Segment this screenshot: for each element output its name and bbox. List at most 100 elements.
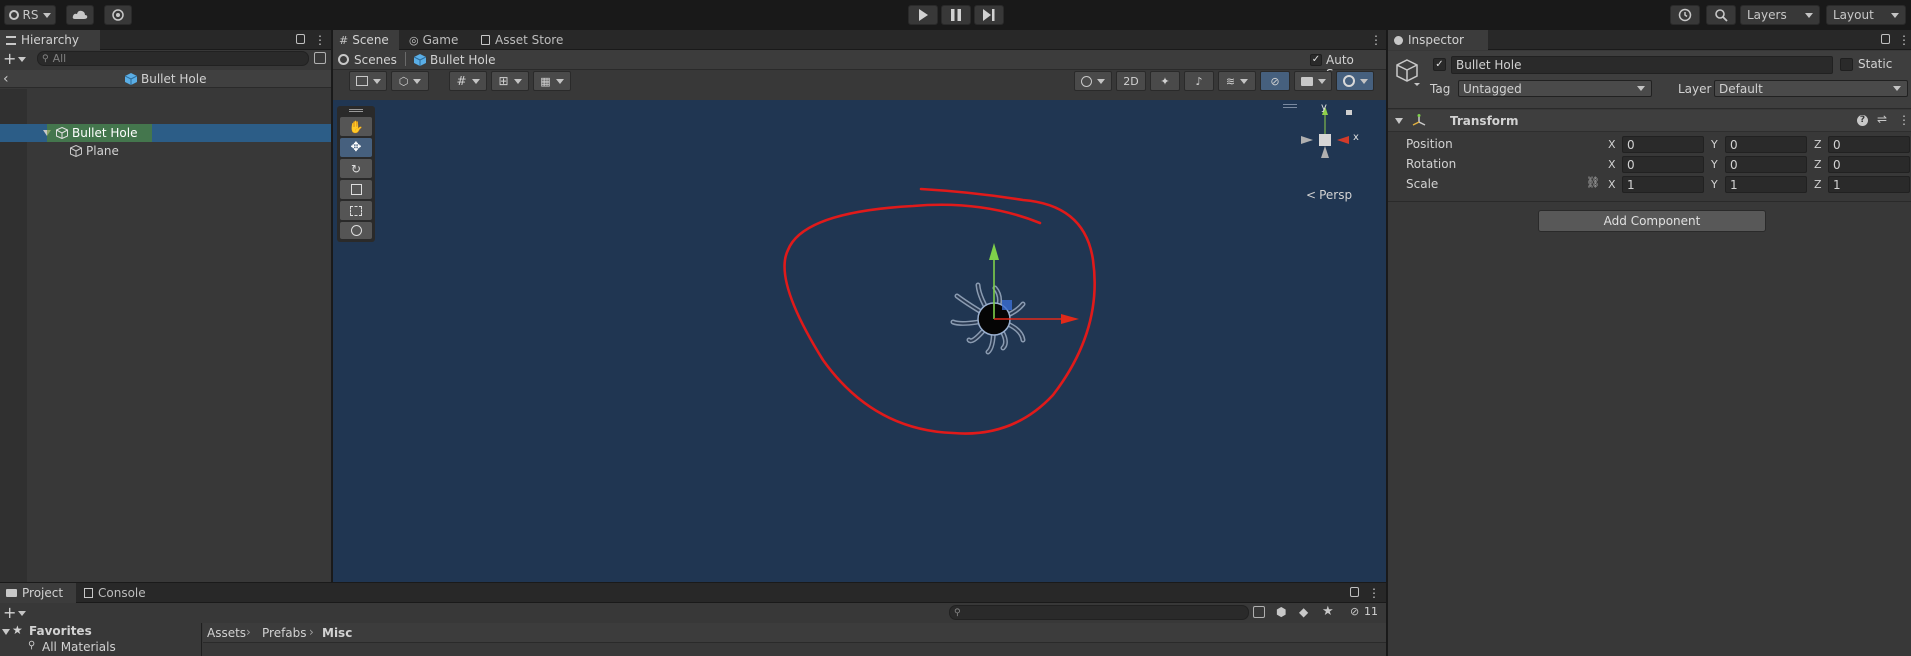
more-options-icon[interactable]: ⋮ xyxy=(1898,33,1910,47)
render-mode-dropdown[interactable]: ⬡ xyxy=(391,71,429,91)
add-object-button[interactable]: + xyxy=(3,50,16,68)
hidden-count: 11 xyxy=(1364,605,1378,618)
object-name-input[interactable]: Bullet Hole xyxy=(1451,56,1833,74)
prefab-cube-icon xyxy=(125,73,137,85)
search-by-label-icon[interactable]: ⬢ xyxy=(1276,605,1286,619)
presets-icon[interactable]: ⇌ xyxy=(1877,112,1887,126)
rotation-z-field[interactable]: 0 xyxy=(1828,156,1910,173)
constrain-proportions-icon[interactable]: ⛓ xyxy=(1586,176,1600,189)
search-by-type-icon[interactable] xyxy=(1253,606,1265,618)
chevron-down-icon[interactable] xyxy=(2,629,10,635)
draw-mode-dropdown[interactable] xyxy=(349,71,387,91)
favorites-label[interactable]: Favorites xyxy=(29,624,92,638)
static-checkbox[interactable] xyxy=(1840,58,1853,71)
gameobject-icon xyxy=(70,145,82,157)
eye-slash-icon: ⊘ xyxy=(1270,74,1280,88)
collab-button[interactable] xyxy=(104,5,132,25)
more-options-icon[interactable]: ⋮ xyxy=(1368,586,1380,600)
more-options-icon[interactable]: ⋮ xyxy=(1898,113,1910,127)
filter-icon[interactable] xyxy=(314,52,326,64)
play-button[interactable] xyxy=(908,5,938,25)
rotation-y-field[interactable]: 0 xyxy=(1725,156,1807,173)
breadcrumb-prefabs[interactable]: Prefabs xyxy=(262,626,307,640)
view-options-dropdown[interactable]: ▦ xyxy=(533,71,571,91)
lock-icon[interactable] xyxy=(296,34,305,44)
field-value: 1 xyxy=(1627,177,1635,192)
history-icon xyxy=(1678,8,1692,22)
search-icon: ⚲ xyxy=(28,640,36,651)
hidden-objects-toggle[interactable]: ⊘ xyxy=(1260,71,1290,91)
breadcrumb-assets[interactable]: Assets xyxy=(207,626,246,640)
tag-icon[interactable]: ◆ xyxy=(1299,605,1308,619)
add-component-label: Add Component xyxy=(1603,214,1701,228)
layers-dropdown[interactable]: Layers xyxy=(1740,5,1820,25)
position-y-field[interactable]: 0 xyxy=(1725,136,1807,153)
active-checkbox[interactable]: ✓ xyxy=(1433,58,1446,71)
hierarchy-search-input[interactable]: ⚲ All xyxy=(37,51,309,66)
layer-value: Default xyxy=(1719,81,1763,96)
more-options-icon[interactable]: ⋮ xyxy=(314,33,326,47)
scale-x-field[interactable]: 1 xyxy=(1622,176,1704,193)
x-axis-arrow[interactable] xyxy=(1061,314,1079,324)
lock-icon[interactable] xyxy=(1350,587,1359,597)
project-toolbar: + ⚲ ⬢ ◆ ★ ⊘ 11 xyxy=(0,603,1386,623)
tab-scene[interactable]: # Scene xyxy=(333,30,399,50)
tab-label: Project xyxy=(22,586,64,600)
auto-save-checkbox[interactable]: ✓ xyxy=(1310,54,1322,66)
lock-icon[interactable] xyxy=(1881,34,1890,44)
tab-inspector[interactable]: Inspector xyxy=(1388,30,1488,50)
lighting-dropdown[interactable] xyxy=(1074,71,1112,91)
chevron-down-icon xyxy=(1317,78,1326,84)
camera-dropdown[interactable] xyxy=(1294,71,1332,91)
tab-console[interactable]: Console xyxy=(78,583,158,603)
hierarchy-item-bullet-hole[interactable]: Bullet Hole xyxy=(0,124,331,142)
chevron-down-icon[interactable] xyxy=(1395,118,1403,124)
account-button[interactable]: RS xyxy=(4,5,56,25)
back-arrow-icon[interactable]: ‹ xyxy=(3,70,9,88)
tab-asset-store[interactable]: Asset Store xyxy=(475,30,575,50)
breadcrumb-scenes[interactable]: Scenes xyxy=(354,53,397,67)
transform-header[interactable]: Transform ? ⇌ ⋮ xyxy=(1388,110,1911,132)
xy-plane-handle[interactable] xyxy=(1002,300,1012,310)
tab-project[interactable]: Project xyxy=(0,583,76,603)
hierarchy-item-plane[interactable]: Plane xyxy=(0,142,331,160)
scene-viewport[interactable]: ✋ ✥ ↻ y x < Persp xyxy=(333,100,1386,582)
y-axis-arrow[interactable] xyxy=(989,243,999,260)
more-options-icon[interactable]: ⋮ xyxy=(1370,33,1382,47)
history-button[interactable] xyxy=(1670,5,1700,25)
lighting-toggle-button[interactable]: ✦ xyxy=(1150,71,1180,91)
project-tree: ★ Favorites ⚲ All Materials xyxy=(0,623,202,656)
effects-icon: ≋ xyxy=(1225,74,1236,88)
pause-button[interactable] xyxy=(941,5,971,25)
scale-z-field[interactable]: 1 xyxy=(1828,176,1910,193)
tab-hierarchy[interactable]: Hierarchy xyxy=(0,30,100,50)
chevron-down-icon xyxy=(1805,12,1813,18)
layout-dropdown[interactable]: Layout xyxy=(1826,5,1906,25)
layer-dropdown[interactable]: Default xyxy=(1714,80,1908,97)
step-button[interactable] xyxy=(974,5,1004,25)
breadcrumb-misc[interactable]: Misc xyxy=(322,626,352,640)
tag-dropdown[interactable]: Untagged xyxy=(1458,80,1652,97)
hidden-packages-icon[interactable]: ⊘ xyxy=(1350,605,1359,618)
favorite-all-materials[interactable]: All Materials xyxy=(42,640,116,654)
search-button[interactable] xyxy=(1706,5,1736,25)
tab-game[interactable]: ◎ Game xyxy=(403,30,473,50)
gizmos-dropdown[interactable] xyxy=(1336,71,1374,91)
scale-y-field[interactable]: 1 xyxy=(1725,176,1807,193)
add-component-button[interactable]: Add Component xyxy=(1538,210,1766,232)
position-z-field[interactable]: 0 xyxy=(1828,136,1910,153)
mode-2d-button[interactable]: 2D xyxy=(1116,71,1146,91)
audio-toggle-button[interactable]: ♪ xyxy=(1184,71,1214,91)
create-asset-button[interactable]: + xyxy=(3,603,16,623)
star-icon[interactable]: ★ xyxy=(1322,604,1334,619)
help-icon[interactable]: ? xyxy=(1857,115,1868,126)
project-search-input[interactable]: ⚲ xyxy=(949,605,1249,620)
breadcrumb-bullet-hole[interactable]: Bullet Hole xyxy=(430,53,496,67)
chevron-down-icon xyxy=(1891,12,1899,18)
increment-snap-dropdown[interactable]: ⊞ xyxy=(491,71,529,91)
rotation-x-field[interactable]: 0 xyxy=(1622,156,1704,173)
effects-dropdown[interactable]: ≋ xyxy=(1218,71,1256,91)
position-x-field[interactable]: 0 xyxy=(1622,136,1704,153)
grid-snap-dropdown[interactable]: # xyxy=(449,71,487,91)
cloud-button[interactable] xyxy=(66,5,94,25)
